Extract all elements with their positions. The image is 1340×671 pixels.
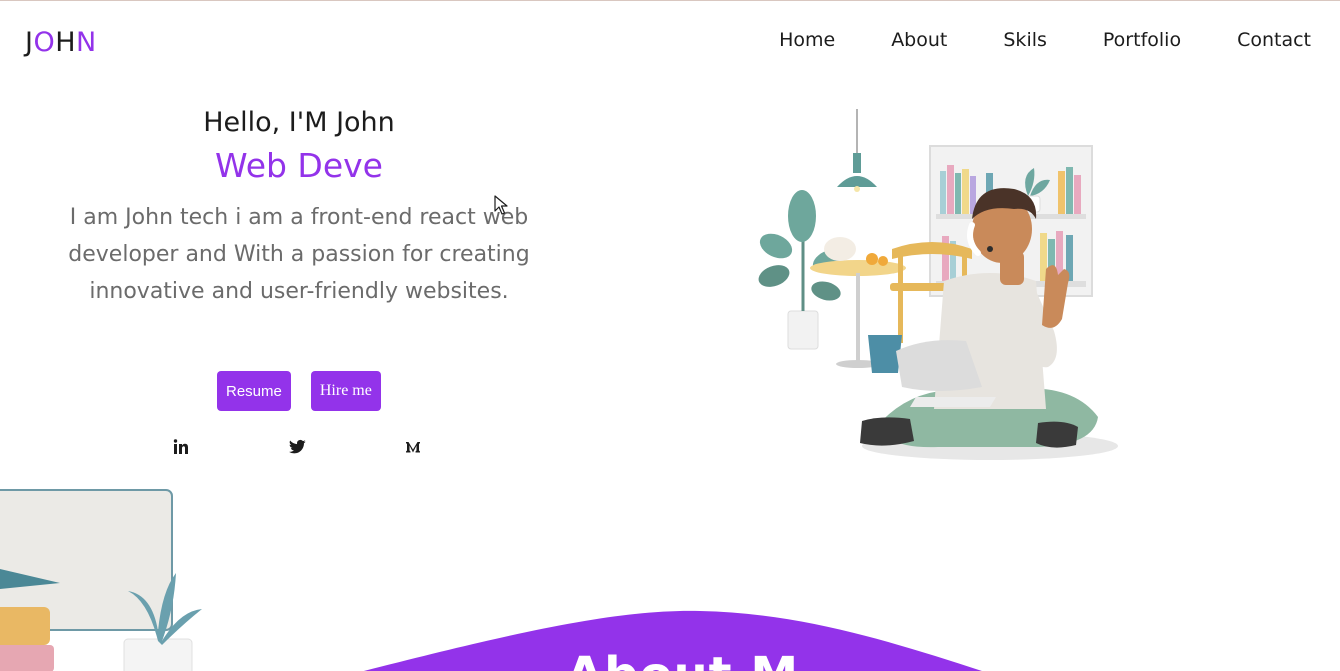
logo-letter-n: N [76,27,97,58]
nav-contact[interactable]: Contact [1237,29,1311,51]
logo[interactable]: JOHN [25,27,97,58]
nav-home[interactable]: Home [779,29,835,51]
logo-letter-j: J [25,27,34,58]
hero-role: Web Deve [215,146,383,185]
nav-skills[interactable]: Skils [1003,29,1047,51]
main-nav: Home About Skils Portfolio Contact [723,29,1311,51]
nav-about[interactable]: About [891,29,947,51]
hire-me-button[interactable]: Hire me [310,371,381,411]
nav-portfolio[interactable]: Portfolio [1103,29,1181,51]
hero-illustration [740,101,1140,471]
mouse-cursor-icon [494,195,508,219]
resume-button[interactable]: Resume [217,371,291,411]
logo-letter-o: O [33,27,56,58]
hero-buttons: Resume Hire me [217,371,381,411]
about-heading: About M [566,647,799,671]
twitter-icon[interactable] [289,439,307,457]
medium-icon[interactable] [405,439,423,457]
logo-letter-h: H [55,27,77,58]
hero-description: I am John tech i am a front-end react we… [68,205,530,304]
linkedin-icon[interactable] [173,439,191,457]
hero-greeting: Hello, I'M John [203,107,395,138]
page: JOHN Home About Skils Portfolio Contact … [0,0,1340,671]
hero-text: Hello, I'M John Web Deve I am John tech … [50,107,548,310]
